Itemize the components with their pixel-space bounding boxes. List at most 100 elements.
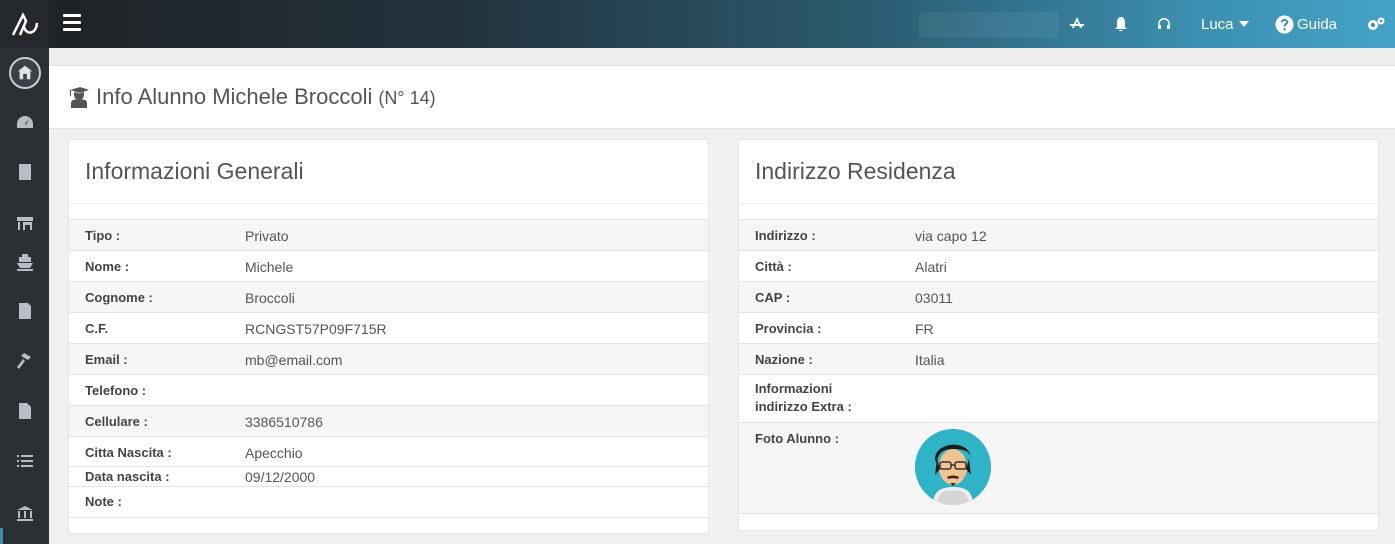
- active-indicator: [0, 528, 3, 544]
- field-value: RCNGST57P09F715R: [245, 321, 387, 337]
- sidebar-item-document[interactable]: [0, 398, 49, 424]
- field-value: via capo 12: [915, 228, 987, 244]
- table-row: Cognome : Broccoli: [69, 282, 708, 313]
- document-icon: [18, 403, 31, 419]
- page-title: Info Alunno Michele Broccoli (N° 14): [68, 84, 436, 110]
- field-value: Michele: [245, 259, 294, 275]
- question-icon: [1275, 14, 1294, 34]
- store-icon: [16, 217, 33, 230]
- table-row: Indirizzo : via capo 12: [739, 220, 1378, 251]
- table-row: Informazioni indirizzo Extra :: [739, 375, 1378, 423]
- field-label: Tipo :: [85, 228, 121, 243]
- student-avatar-image: [915, 429, 991, 505]
- table-row: Nome : Michele: [69, 251, 708, 282]
- field-label: Provincia :: [755, 321, 822, 336]
- address-title: Indirizzo Residenza: [739, 140, 1378, 204]
- address-panel: Indirizzo Residenza Indirizzo : via capo…: [738, 139, 1379, 531]
- table-row: Email : mb@email.com: [69, 344, 708, 375]
- general-info-title: Informazioni Generali: [69, 140, 708, 204]
- field-label: Cognome :: [85, 290, 153, 305]
- user-menu[interactable]: Luca: [1201, 0, 1249, 48]
- guide-button[interactable]: Guida: [1275, 0, 1337, 48]
- logo-icon: [11, 12, 38, 36]
- field-value: Italia: [915, 352, 945, 368]
- table-row: CAP : 03011: [739, 282, 1378, 313]
- list-icon: [16, 455, 33, 467]
- shortcuts-button[interactable]: [1069, 0, 1085, 48]
- field-label: CAP :: [755, 290, 791, 305]
- shortcuts-icon: [1070, 17, 1084, 28]
- table-row: Nazione : Italia: [739, 344, 1378, 375]
- field-label: Città :: [755, 259, 792, 274]
- field-label: Indirizzo :: [755, 228, 816, 243]
- field-label: Note :: [85, 494, 122, 509]
- settings-button[interactable]: [1366, 0, 1386, 48]
- field-label: Citta Nascita :: [85, 445, 172, 460]
- search-area: [919, 12, 1059, 38]
- page-header: Info Alunno Michele Broccoli (N° 14): [49, 66, 1395, 129]
- bell-icon: [1115, 17, 1127, 32]
- field-value: Alatri: [915, 259, 947, 275]
- field-value: 3386510786: [245, 414, 323, 430]
- notifications-button[interactable]: [1114, 0, 1128, 48]
- general-info-panel: Informazioni Generali Tipo : Privato Nom…: [68, 139, 709, 534]
- sidebar-item-store[interactable]: [0, 210, 49, 236]
- student-photo: [915, 429, 991, 505]
- table-row: Citta Nascita : Apecchio: [69, 437, 708, 467]
- guide-label: Guida: [1297, 15, 1338, 33]
- sidebar-item-ship[interactable]: [0, 249, 49, 275]
- hammer-icon: [16, 353, 31, 369]
- sidebar-item-bank[interactable]: [0, 501, 49, 527]
- field-label: Email :: [85, 352, 128, 367]
- table-row: Data nascita : 09/12/2000: [69, 467, 708, 487]
- table-row: Città : Alatri: [739, 251, 1378, 282]
- table-row: Telefono :: [69, 375, 708, 406]
- sidebar-item-book[interactable]: [0, 159, 49, 185]
- field-value: Apecchio: [245, 445, 303, 461]
- sidebar: [0, 0, 49, 544]
- field-label: Nome :: [85, 259, 130, 274]
- receipt-icon: [18, 303, 31, 319]
- field-value: FR: [915, 321, 934, 337]
- support-button[interactable]: [1156, 0, 1172, 48]
- field-value: 09/12/2000: [245, 469, 316, 485]
- sidebar-item-hammer[interactable]: [0, 348, 49, 374]
- headset-icon: [1158, 18, 1170, 29]
- dashboard-icon: [16, 116, 33, 128]
- field-label: Telefono :: [85, 383, 147, 398]
- table-row: Cellulare : 3386510786: [69, 406, 708, 437]
- table-row: Note :: [69, 487, 708, 518]
- field-label: Nazione :: [755, 352, 813, 367]
- student-number: (N° 14): [378, 88, 436, 108]
- cogs-icon: [1368, 17, 1385, 30]
- table-row: C.F. RCNGST57P09F715R: [69, 313, 708, 344]
- sidebar-item-receipt[interactable]: [0, 298, 49, 324]
- graduate-icon: [70, 87, 89, 108]
- field-value: Privato: [245, 228, 289, 244]
- sidebar-item-list[interactable]: [0, 448, 49, 474]
- school-icon: [17, 65, 32, 80]
- book-icon: [18, 164, 31, 180]
- field-label: Informazioni indirizzo Extra :: [755, 381, 852, 414]
- bank-icon: [16, 506, 33, 521]
- sidebar-item-dashboard[interactable]: [0, 110, 49, 136]
- menu-toggle-icon[interactable]: [63, 14, 81, 32]
- table-row: Foto Alunno :: [739, 423, 1378, 514]
- email-value: mb@email.com: [245, 352, 343, 368]
- field-value: 03011: [915, 290, 953, 306]
- user-name: Luca: [1201, 15, 1234, 33]
- ship-icon: [16, 254, 33, 271]
- field-label: C.F.: [85, 321, 109, 336]
- school-avatar[interactable]: [8, 57, 41, 89]
- field-label: Cellulare :: [85, 414, 148, 429]
- table-row: Provincia : FR: [739, 313, 1378, 344]
- table-row: Tipo : Privato: [69, 220, 708, 251]
- field-label: Foto Alunno :: [755, 431, 839, 446]
- caret-down-icon: [1238, 21, 1249, 27]
- app-logo[interactable]: [0, 0, 49, 48]
- subbar: [49, 48, 1395, 66]
- page-title-text: Info Alunno Michele Broccoli: [96, 84, 373, 109]
- topbar: Luca Guida: [49, 0, 1395, 48]
- field-value: Broccoli: [245, 290, 295, 306]
- field-label: Data nascita :: [85, 469, 170, 484]
